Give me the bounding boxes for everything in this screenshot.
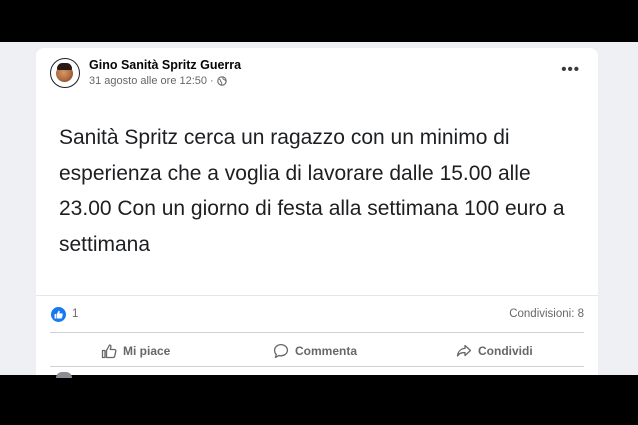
post-card: Gino Sanità Spritz Guerra 31 agosto alle… <box>36 48 598 378</box>
content-divider <box>36 295 598 296</box>
next-comment-avatar <box>56 372 72 378</box>
actions-divider-bottom <box>50 366 584 367</box>
share-button[interactable]: Condividi <box>456 343 533 359</box>
like-label: Mi piace <box>123 344 171 358</box>
avatar-hair <box>57 63 72 70</box>
thumbs-up-icon <box>101 344 117 359</box>
like-reaction-icon[interactable] <box>51 307 66 322</box>
share-label: Condividi <box>478 344 533 358</box>
shares-count[interactable]: Condivisioni: 8 <box>509 308 584 320</box>
meta-separator: · <box>210 75 214 87</box>
author-name[interactable]: Gino Sanità Spritz Guerra <box>89 58 241 72</box>
more-options-button[interactable]: ••• <box>561 62 580 77</box>
avatar[interactable] <box>50 58 80 88</box>
globe-icon[interactable] <box>216 76 227 86</box>
comment-icon <box>273 343 289 359</box>
actions-divider-top <box>50 332 584 333</box>
thumbs-up-icon <box>54 310 63 319</box>
post-timestamp[interactable]: 31 agosto alle ore 12:50 <box>89 75 207 87</box>
comment-button[interactable]: Commenta <box>273 343 357 359</box>
comment-label: Commenta <box>295 344 358 358</box>
reaction-count[interactable]: 1 <box>72 308 78 320</box>
post-meta: 31 agosto alle ore 12:50 · <box>89 75 227 87</box>
post-text: Sanità Spritz cerca un ragazzo con un mi… <box>59 126 565 256</box>
share-icon <box>456 344 472 357</box>
like-button[interactable]: Mi piace <box>101 343 170 359</box>
